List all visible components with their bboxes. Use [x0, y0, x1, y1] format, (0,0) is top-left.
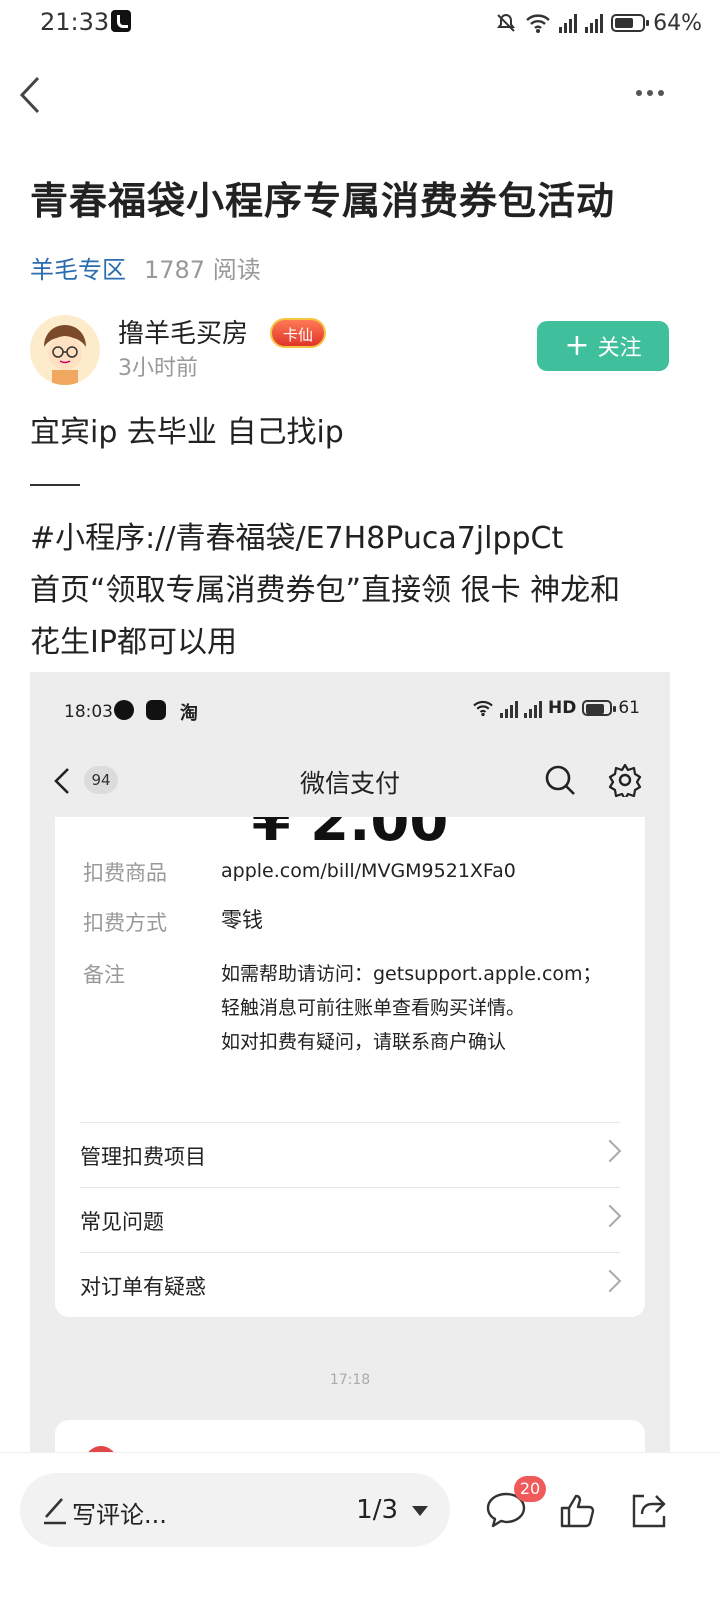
read-count: 1787 阅读 — [144, 256, 261, 284]
body-paragraph: 宜宾ip 去毕业 自己找ip — [30, 415, 344, 450]
menu-label: 常见问题 — [80, 1210, 164, 1234]
shot-signal-icon — [500, 698, 519, 718]
shot-taobao-icon: 淘 — [180, 703, 198, 724]
back-icon[interactable] — [16, 70, 56, 120]
payment-card: ¥ 2.00 扣费商品 apple.com/bill/MVGM9521XFa0 … — [55, 817, 645, 1317]
status-icons: 64% — [495, 8, 702, 38]
signal-icon-2 — [585, 13, 604, 33]
body-paragraph: 花生IP都可以用 — [30, 625, 237, 660]
menu-order-question: 对订单有疑惑 — [80, 1252, 622, 1313]
shot-status-icons: HD 61 — [472, 698, 640, 718]
comment-placeholder: 写评论... — [72, 1501, 167, 1529]
menu-label: 对订单有疑惑 — [80, 1275, 206, 1299]
row-label-product: 扣费商品 — [83, 861, 167, 885]
shot-battery-level: 61 — [618, 698, 640, 718]
row-label-method: 扣费方式 — [83, 911, 167, 935]
signal-icon — [559, 13, 578, 33]
status-time: 21:33 — [40, 8, 110, 36]
battery-icon — [611, 14, 650, 32]
comment-count-badge: 20 — [514, 1476, 546, 1502]
more-options-icon[interactable] — [636, 90, 664, 96]
shot-settings-gear-icon — [608, 763, 642, 797]
author-badge: 卡仙 — [270, 318, 326, 348]
row-value-note-line: 轻触消息可前往账单查看购买详情。 — [221, 997, 526, 1019]
embedded-screenshot[interactable]: 18:03 淘 HD 61 94 微信支付 ¥ 2.00 扣费商品 apple.… — [30, 672, 670, 1452]
shot-hd-indicator: HD — [548, 698, 577, 718]
tiktok-notification-icon — [111, 10, 131, 32]
chevron-right-icon — [598, 1139, 622, 1163]
shot-status-time: 18:03 — [64, 702, 113, 722]
mute-icon — [497, 13, 516, 32]
status-bar: 21:33 64% — [0, 0, 720, 48]
share-icon[interactable] — [626, 1488, 670, 1532]
post-time: 3小时前 — [118, 356, 198, 381]
shot-battery-icon — [582, 700, 617, 716]
comment-input[interactable]: 写评论... 1/3 — [20, 1473, 450, 1547]
shot-search-icon — [545, 765, 575, 795]
message-timestamp: 17:18 — [329, 1372, 371, 1388]
wifi-icon — [526, 14, 550, 33]
shot-signal-icon-2 — [524, 698, 543, 718]
payment-amount: ¥ 2.00 — [251, 817, 449, 854]
pen-icon — [44, 1498, 66, 1525]
body-paragraph[interactable]: #小程序://青春福袋/E7H8Puca7jlppCt — [30, 516, 563, 562]
follow-label: 关注 — [597, 336, 642, 361]
caret-down-icon[interactable] — [412, 1506, 428, 1516]
shot-wifi-icon — [473, 700, 493, 717]
row-label-note: 备注 — [83, 963, 125, 987]
menu-manage-items: 管理扣费项目 — [80, 1122, 622, 1187]
article-meta: 羊毛专区 1787 阅读 — [30, 250, 261, 285]
row-value-note-line: 如对扣费有疑问，请联系商户确认 — [221, 1031, 507, 1053]
battery-percent: 64% — [653, 10, 702, 36]
avatar[interactable] — [30, 315, 100, 385]
row-value-product: apple.com/bill/MVGM9521XFa0 — [221, 860, 516, 882]
like-thumbs-up-icon[interactable] — [556, 1488, 600, 1532]
body-paragraph: 首页“领取专属消费券包”直接领 很卡 神龙和 — [30, 573, 621, 608]
category-tag[interactable]: 羊毛专区 — [30, 256, 126, 284]
plus-icon: + — [564, 328, 590, 363]
page-indicator[interactable]: 1/3 — [356, 1495, 398, 1525]
divider-dash — [30, 484, 80, 486]
menu-label: 管理扣费项目 — [80, 1145, 206, 1169]
shot-app-icon — [114, 700, 134, 720]
amount-clip: ¥ 2.00 — [55, 817, 645, 857]
article-title: 青春福袋小程序专属消费券包活动 — [30, 179, 616, 223]
row-value-note: 如需帮助请访问：getsupport.apple.com； — [221, 963, 602, 985]
author-name[interactable]: 撸羊毛买房 — [118, 313, 248, 350]
row-value-method: 零钱 — [221, 908, 263, 932]
chevron-right-icon — [598, 1269, 622, 1293]
follow-button[interactable]: + 关注 — [537, 321, 669, 371]
shot-app-icon-2 — [146, 700, 166, 720]
menu-faq: 常见问题 — [80, 1187, 622, 1252]
next-message-card — [55, 1420, 645, 1452]
chevron-right-icon — [598, 1204, 622, 1228]
